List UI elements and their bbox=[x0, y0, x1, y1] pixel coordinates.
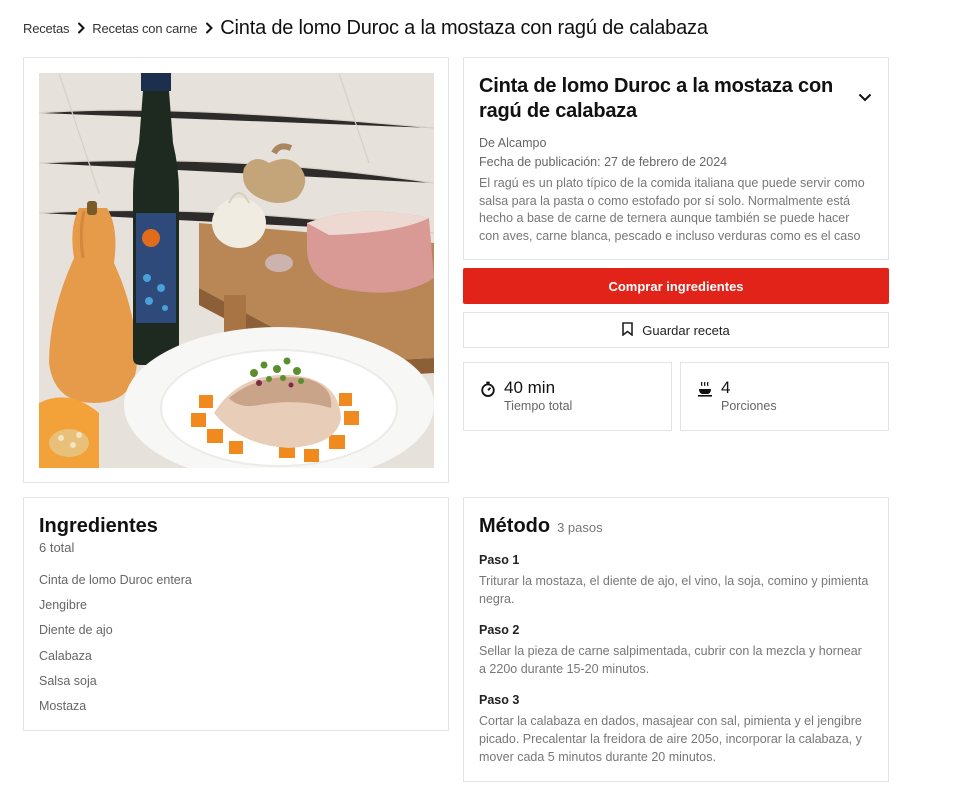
stopwatch-icon bbox=[480, 381, 496, 397]
breadcrumb-link-recetas[interactable]: Recetas bbox=[23, 21, 69, 36]
method-step-count: 3 pasos bbox=[557, 520, 603, 535]
method-step: Paso 3 Cortar la calabaza en dados, masa… bbox=[479, 692, 873, 766]
total-time-value: 40 min bbox=[504, 378, 556, 397]
recipe-publication-date: Fecha de publicación: 27 de febrero de 2… bbox=[479, 155, 728, 169]
method-title: Método bbox=[479, 515, 551, 537]
ingredient-item: Jengibre bbox=[39, 598, 87, 613]
ingredient-item: Diente de ajo bbox=[39, 623, 113, 638]
chevron-right-icon bbox=[205, 22, 214, 34]
recipe-author: De Alcampo bbox=[479, 136, 547, 150]
chevron-down-icon[interactable] bbox=[854, 86, 876, 108]
ingredients-list: Cinta de lomo Duroc entera Jengibre Dien… bbox=[39, 572, 433, 723]
ingredients-total: 6 total bbox=[39, 540, 75, 555]
method-step: Paso 1 Triturar la mostaza, el diente de… bbox=[479, 552, 873, 608]
breadcrumb-current-page: Cinta de lomo Duroc a la mostaza con rag… bbox=[220, 16, 708, 39]
recipe-info-card: Cinta de lomo Duroc a la mostaza con rag… bbox=[463, 57, 889, 260]
servings-value: 4 bbox=[721, 378, 731, 397]
bookmark-icon bbox=[622, 321, 634, 339]
step-text: Cortar la calabaza en dados, masajear co… bbox=[479, 714, 862, 764]
method-step: Paso 2 Sellar la pieza de carne salpimen… bbox=[479, 622, 873, 678]
ingredients-title: Ingredientes bbox=[39, 515, 158, 537]
recipe-image-card bbox=[23, 57, 449, 483]
recipe-description: El ragú es un plato típico de la comida … bbox=[479, 176, 865, 243]
step-text: Triturar la mostaza, el diente de ajo, e… bbox=[479, 574, 869, 606]
servings-label: Porciones bbox=[721, 399, 777, 413]
dish-icon bbox=[697, 381, 713, 397]
save-recipe-label: Guardar receta bbox=[642, 322, 730, 338]
breadcrumb: Recetas Recetas con carne Cinta de lomo … bbox=[23, 14, 708, 42]
ingredient-item: Salsa soja bbox=[39, 673, 97, 688]
method-card: Método 3 pasos Paso 1 Triturar la mostaz… bbox=[463, 497, 889, 782]
buy-ingredients-button[interactable]: Comprar ingredientes bbox=[463, 268, 889, 304]
step-label: Paso 1 bbox=[479, 553, 520, 567]
step-text: Sellar la pieza de carne salpimentada, c… bbox=[479, 644, 862, 676]
ingredient-item: Mostaza bbox=[39, 698, 87, 713]
chevron-right-icon bbox=[77, 22, 86, 34]
breadcrumb-link-recetas-con-carne[interactable]: Recetas con carne bbox=[92, 21, 197, 36]
ingredient-item: Cinta de lomo Duroc entera bbox=[39, 573, 192, 587]
step-label: Paso 3 bbox=[479, 693, 520, 707]
method-header: Método 3 pasos bbox=[479, 514, 873, 538]
recipe-photo bbox=[39, 73, 434, 468]
total-time-stat: 40 min Tiempo total bbox=[463, 362, 672, 431]
ingredient-item: Calabaza bbox=[39, 648, 92, 663]
servings-stat: 4 Porciones bbox=[680, 362, 889, 431]
ingredients-card: Ingredientes 6 total Cinta de lomo Duroc… bbox=[23, 497, 449, 731]
save-recipe-button[interactable]: Guardar receta bbox=[463, 312, 889, 348]
recipe-title: Cinta de lomo Duroc a la mostaza con rag… bbox=[479, 75, 833, 122]
step-label: Paso 2 bbox=[479, 623, 520, 637]
total-time-label: Tiempo total bbox=[504, 399, 573, 413]
